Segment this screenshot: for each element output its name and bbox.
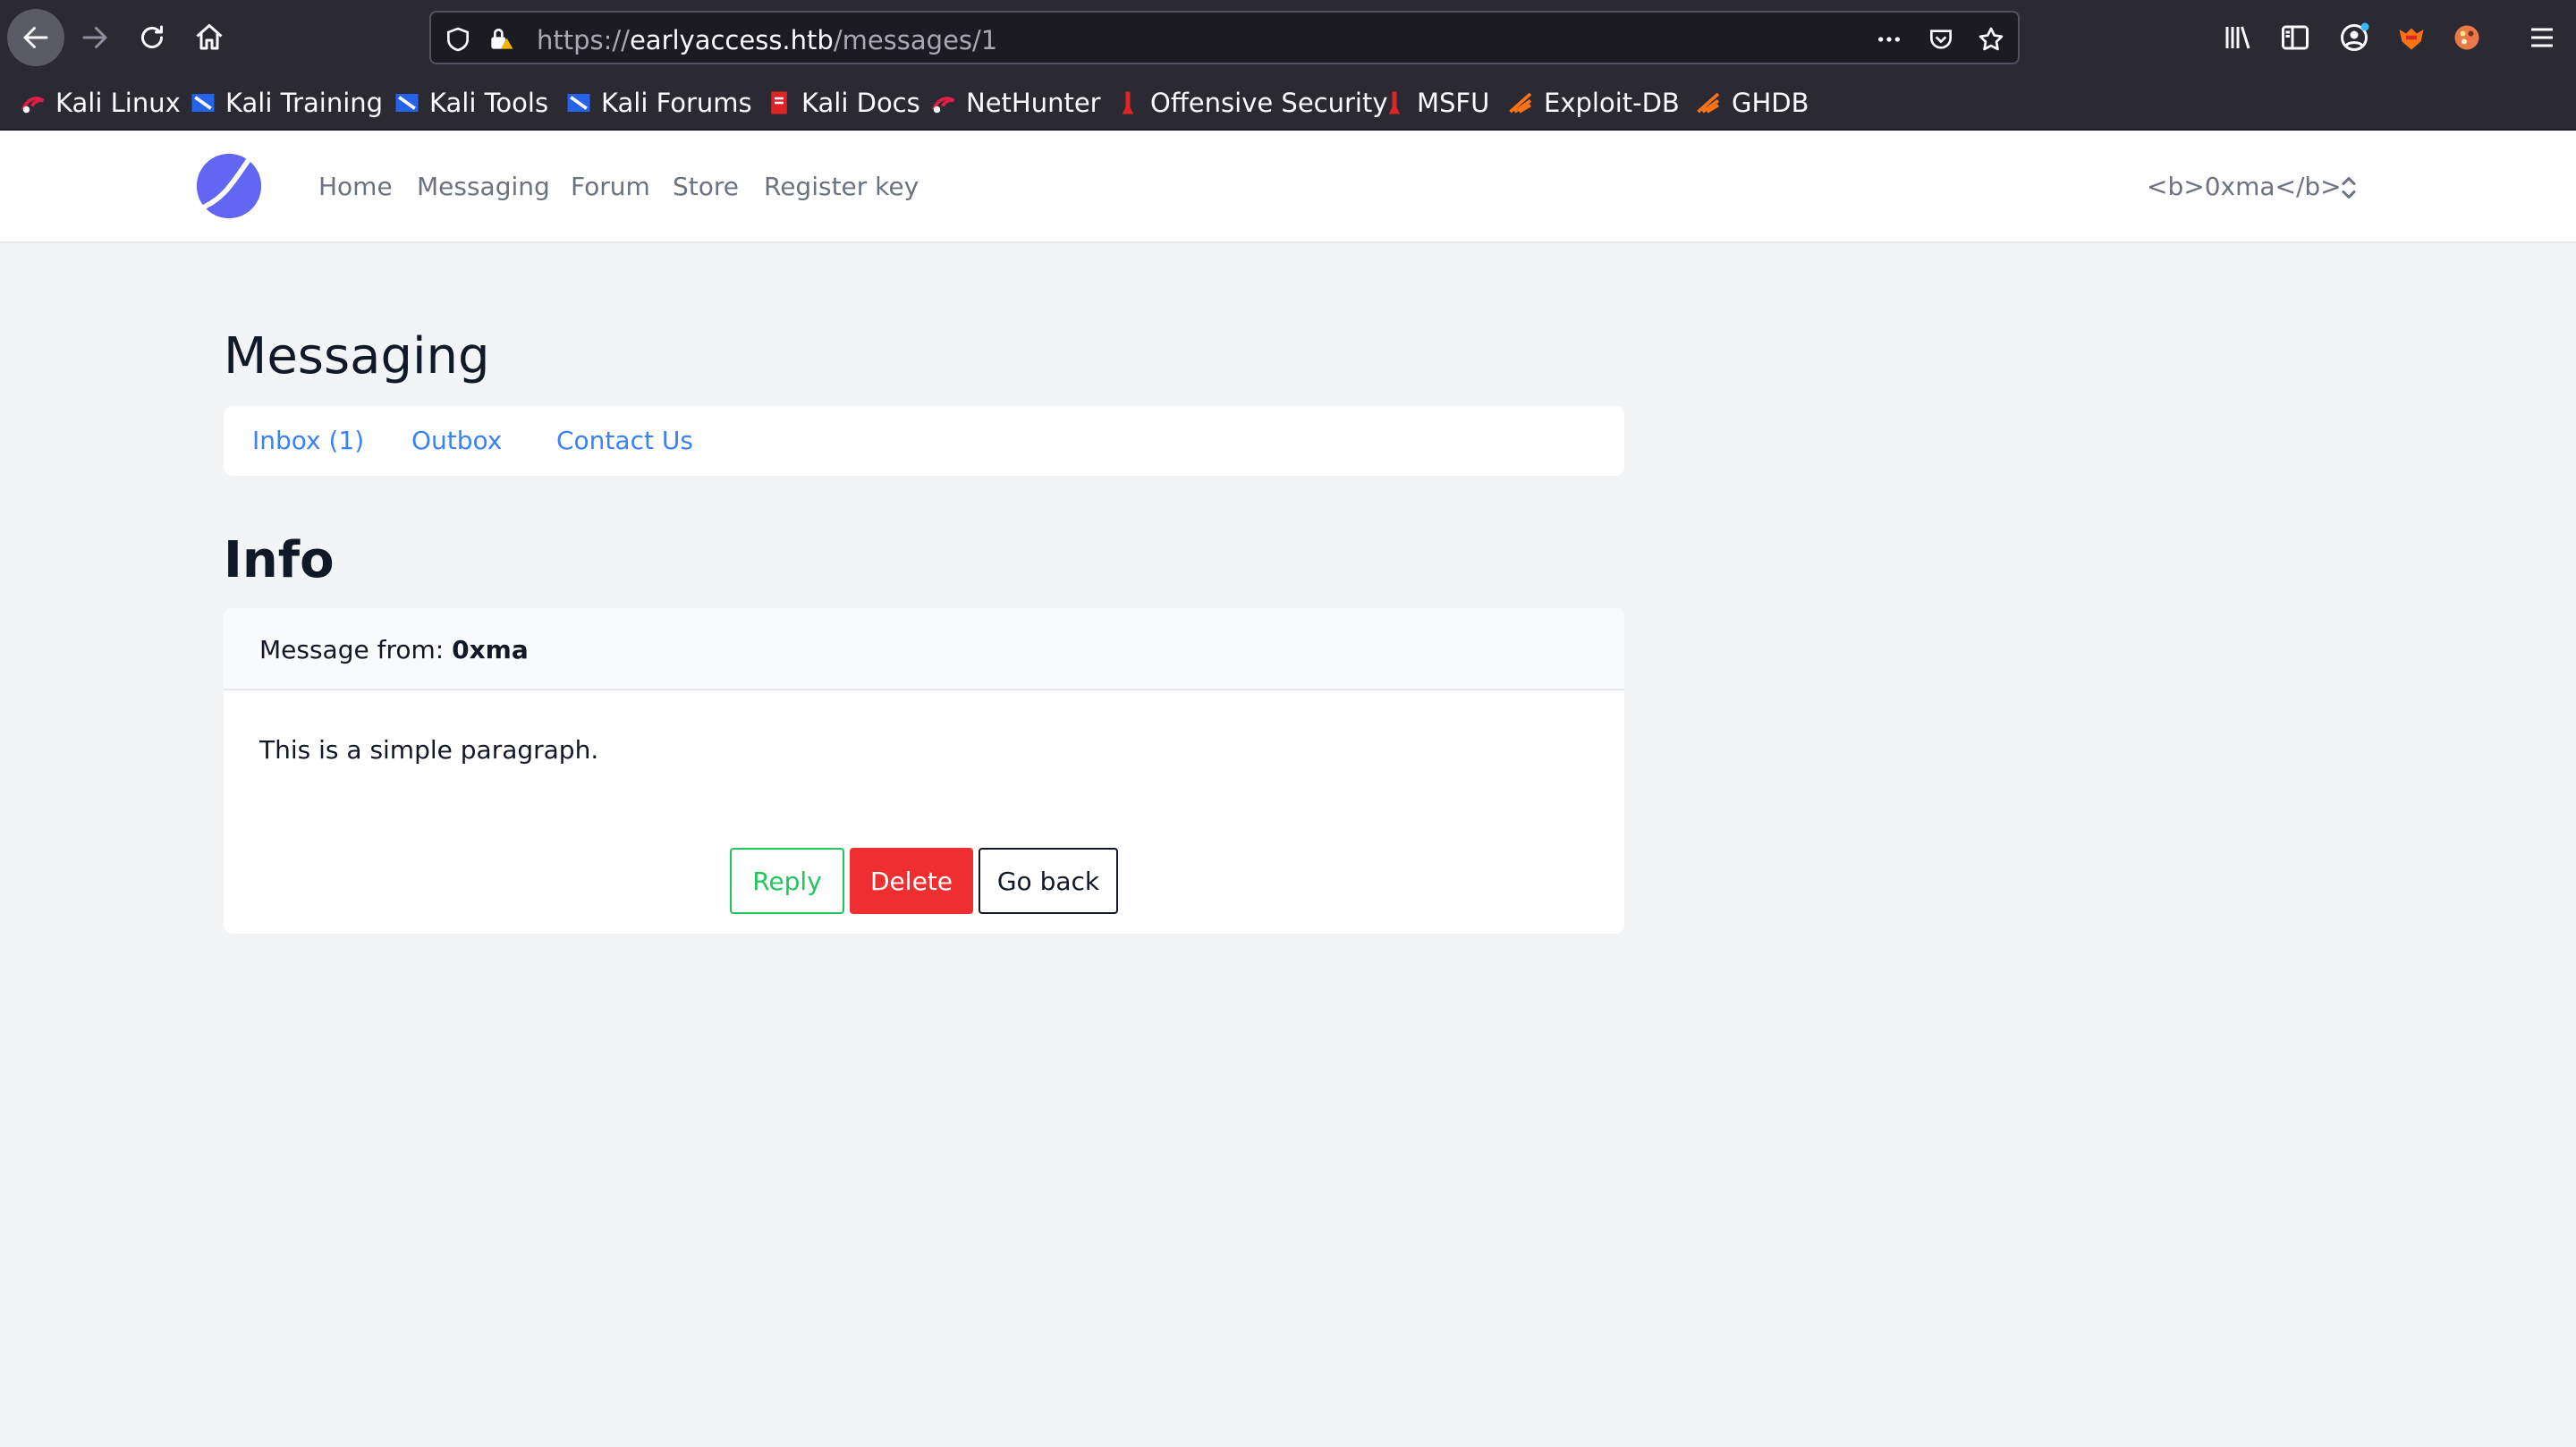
reload-icon: [141, 25, 163, 48]
shield-icon[interactable]: [444, 25, 472, 54]
nethunter-icon: [932, 97, 955, 114]
library-icon[interactable]: [2222, 21, 2254, 54]
bookmark-label: GHDB: [1732, 88, 1809, 118]
bookmark-kali-training[interactable]: Kali Training: [190, 86, 383, 120]
message-sender: 0xma: [452, 635, 529, 664]
reply-button[interactable]: Reply: [730, 848, 844, 914]
home-icon: [196, 24, 223, 50]
site-header: Home Messaging Forum Store Register key …: [0, 131, 2576, 243]
extension-fox-icon[interactable]: [2395, 21, 2428, 54]
reload-button[interactable]: [123, 9, 181, 66]
delete-button[interactable]: Delete: [850, 848, 973, 914]
url-bar[interactable]: https://earlyaccess.htb/messages/1: [429, 11, 2020, 64]
arrow-left-icon: [23, 27, 48, 48]
user-menu-name[interactable]: <b>0xma</b>: [2147, 172, 2342, 201]
kali-tools-icon: [395, 94, 419, 112]
bookmark-label: Kali Docs: [801, 88, 920, 118]
url-path: /messages/1: [833, 25, 998, 55]
bookmark-nethunter[interactable]: NetHunter: [930, 86, 1101, 120]
bookmark-ghdb[interactable]: GHDB: [1696, 86, 1809, 120]
url-text: https://earlyaccess.htb/messages/1: [537, 25, 997, 55]
bookmarks-toolbar: Kali Linux Kali Training Kali Tools Kali…: [0, 75, 2576, 131]
bookmark-kali-linux[interactable]: Kali Linux: [20, 86, 181, 120]
tab-outbox[interactable]: Outbox: [411, 426, 502, 455]
bookmark-label: Exploit-DB: [1544, 88, 1680, 118]
message-from-label: Message from:: [259, 635, 445, 664]
bookmark-offensive-security[interactable]: Offensive Security: [1114, 86, 1388, 120]
forward-button[interactable]: [66, 9, 123, 66]
go-back-button[interactable]: Go back: [979, 848, 1118, 914]
ghdb-icon: [1697, 92, 1720, 114]
browser-toolbar: https://earlyaccess.htb/messages/1: [0, 0, 2576, 75]
url-host: earlyaccess.htb: [629, 25, 834, 55]
sidebar-icon[interactable]: [2279, 21, 2311, 54]
page-title: Messaging: [224, 327, 490, 385]
bookmark-kali-forums[interactable]: Kali Forums: [565, 86, 752, 120]
pocket-icon[interactable]: [1927, 25, 1955, 54]
bookmark-kali-docs[interactable]: Kali Docs: [766, 86, 920, 120]
kali-forums-icon: [567, 94, 590, 112]
nav-store[interactable]: Store: [673, 172, 739, 201]
extension-palette-icon[interactable]: [2451, 21, 2483, 54]
menu-hamburger-icon[interactable]: [2526, 21, 2558, 54]
more-actions-icon[interactable]: [1875, 25, 1903, 54]
bookmark-label: Kali Forums: [601, 88, 752, 118]
home-button[interactable]: [181, 9, 238, 66]
message-body: This is a simple paragraph.: [259, 735, 599, 765]
nav-register-key[interactable]: Register key: [764, 172, 919, 201]
nav-messaging[interactable]: Messaging: [417, 172, 550, 201]
nav-home[interactable]: Home: [318, 172, 393, 201]
kali-docs-icon: [771, 91, 787, 114]
tab-inbox[interactable]: Inbox (1): [252, 426, 364, 455]
bookmark-label: Kali Training: [225, 88, 384, 118]
site-logo-icon[interactable]: [195, 152, 263, 220]
bookmark-label: MSFU: [1417, 88, 1490, 118]
back-button[interactable]: [7, 9, 64, 66]
section-title: Info: [224, 531, 335, 589]
messaging-tabs: Inbox (1) Outbox Contact Us: [224, 406, 1624, 476]
bookmark-msfu[interactable]: MSFU: [1381, 86, 1489, 120]
account-icon[interactable]: [2338, 21, 2370, 54]
bookmark-label: NetHunter: [966, 88, 1101, 118]
kali-training-icon: [191, 94, 215, 112]
exploitdb-icon: [1509, 92, 1532, 114]
arrow-right-icon: [82, 27, 107, 48]
chevron-up-down-icon[interactable]: [2333, 170, 2365, 206]
bookmark-label: Kali Tools: [429, 88, 549, 118]
tab-contact-us[interactable]: Contact Us: [556, 426, 693, 455]
bookmark-label: Kali Linux: [55, 88, 181, 118]
bookmark-kali-tools[interactable]: Kali Tools: [394, 86, 548, 120]
message-header: Message from: 0xma: [224, 608, 1624, 690]
kali-dragon-icon: [21, 97, 45, 114]
insecure-lock-icon[interactable]: [487, 25, 515, 54]
message-from: Message from: 0xma: [259, 635, 529, 664]
bookmark-label: Offensive Security: [1150, 88, 1388, 118]
nav-forum[interactable]: Forum: [571, 172, 650, 201]
msfu-icon: [1388, 91, 1401, 114]
offsec-icon: [1122, 91, 1134, 114]
message-card: Message from: 0xma This is a simple para…: [224, 608, 1624, 934]
bookmark-exploit-db[interactable]: Exploit-DB: [1508, 86, 1680, 120]
url-scheme: https://: [537, 25, 630, 55]
bookmark-star-icon[interactable]: [1977, 25, 2005, 54]
